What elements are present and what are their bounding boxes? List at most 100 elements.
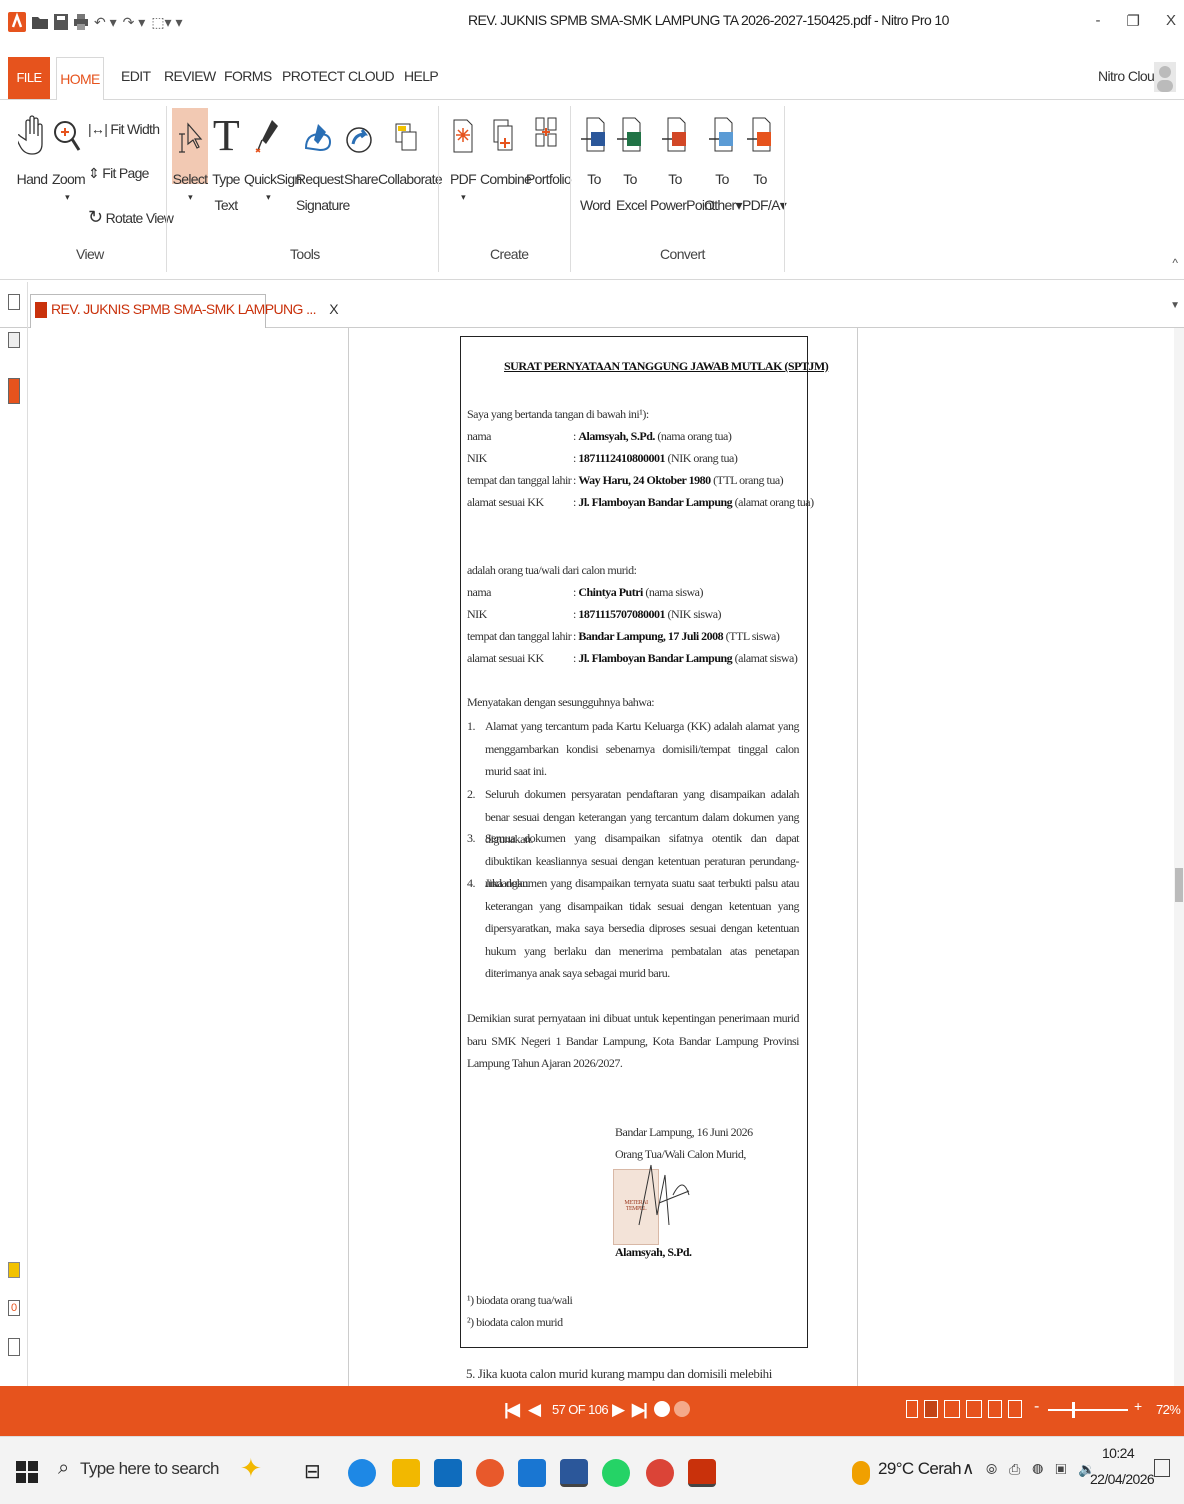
previous-page-button[interactable]: ◀ <box>528 1400 541 1420</box>
single-page-view-icon[interactable] <box>906 1400 918 1418</box>
store-icon[interactable] <box>518 1459 546 1487</box>
back-view-button[interactable] <box>654 1401 670 1417</box>
tab-forms[interactable]: FORMS <box>224 68 272 84</box>
undo-icon[interactable]: ↶ ▾ <box>94 14 117 31</box>
close-button[interactable]: X <box>1166 12 1176 30</box>
restore-button[interactable]: ❐ <box>1127 12 1140 30</box>
bookmarks-panel-icon[interactable] <box>8 378 20 404</box>
output-panel-icon[interactable] <box>8 1338 20 1356</box>
notification-icon[interactable] <box>1154 1459 1170 1477</box>
tab-cloud[interactable]: CLOUD <box>348 68 395 84</box>
pages-panel-icon[interactable] <box>8 294 20 310</box>
facing-view-icon[interactable] <box>944 1400 960 1418</box>
nitro-cloud-link[interactable]: Nitro Cloud <box>1098 68 1162 84</box>
nitro-app-icon[interactable] <box>688 1459 716 1487</box>
quicksign-button[interactable]: QuickSign ▾ <box>244 114 302 202</box>
hand-tool-button[interactable]: Hand <box>16 114 48 192</box>
open-folder-icon[interactable] <box>32 15 48 29</box>
collapse-ribbon-icon[interactable]: ^ <box>1172 256 1178 270</box>
select-tool-button[interactable]: Select ▾ <box>172 114 208 202</box>
save-icon[interactable] <box>54 14 68 30</box>
to-excel-button[interactable]: To Excel <box>616 114 647 218</box>
clock-date[interactable]: 22/04/2026 <box>1090 1471 1155 1487</box>
print-icon[interactable] <box>74 14 88 30</box>
type-text-button[interactable]: T Type Text <box>212 114 240 218</box>
to-other-button[interactable]: To Other▾ <box>704 114 743 218</box>
redo-icon[interactable]: ↷ ▾ <box>123 14 146 31</box>
search-placeholder: Type here to search <box>80 1459 219 1478</box>
zoom-slider-thumb[interactable] <box>1072 1402 1075 1418</box>
portfolio-button[interactable]: Portfolio <box>526 114 572 192</box>
zoom-dropdown-icon[interactable]: ▾ <box>52 192 82 202</box>
task-view-icon[interactable]: ⊟ <box>304 1459 321 1484</box>
forward-view-button[interactable] <box>674 1401 690 1417</box>
document-viewer[interactable]: SURAT PERNYATAAN TANGGUNG JAWAB MUTLAK (… <box>28 328 1174 1386</box>
tray-overflow-icon[interactable]: ∧ <box>962 1459 974 1479</box>
closing-paragraph: Demikian surat pernyataan ini dibuat unt… <box>467 1011 800 1070</box>
rotate-view-button[interactable]: ↻ Rotate View <box>88 204 174 231</box>
select-tool-qa-icon[interactable]: ⬚▾ ▾ <box>151 14 182 31</box>
scroll-thumb[interactable] <box>1175 868 1183 902</box>
clock-time[interactable]: 10:24 <box>1102 1445 1135 1461</box>
continuous-view-icon[interactable] <box>924 1400 938 1418</box>
fit-width-button[interactable]: |↔| Fit Width <box>88 116 160 142</box>
request-signature-button[interactable]: Request Signature <box>296 114 350 218</box>
fit-page-button[interactable]: ⇕ Fit Page <box>88 160 149 186</box>
weather-text[interactable]: 29°C Cerah <box>878 1459 962 1479</box>
word-app-icon[interactable] <box>560 1459 588 1487</box>
system-tray-icons[interactable]: ⦾ ⎙ ◍ ▣ 🔉 <box>986 1461 1100 1478</box>
tab-list-dropdown-icon[interactable]: ▼ <box>1170 300 1180 311</box>
tab-edit[interactable]: EDIT <box>121 68 151 84</box>
firefox-icon[interactable] <box>476 1459 504 1487</box>
word-icon <box>581 117 605 152</box>
pdf-dropdown-icon[interactable]: ▾ <box>450 192 476 202</box>
zoom-slider[interactable] <box>1048 1409 1128 1411</box>
mail-icon[interactable] <box>434 1459 462 1487</box>
windows-start-icon[interactable] <box>16 1461 38 1483</box>
tab-review[interactable]: REVIEW <box>164 68 216 84</box>
cover-view-icon[interactable] <box>988 1400 1002 1418</box>
edge-browser-icon[interactable] <box>348 1459 376 1487</box>
quick-access-toolbar: ↶ ▾ ↷ ▾ ⬚▾ ▾ <box>8 12 182 32</box>
nitro-logo-icon <box>8 12 26 32</box>
to-word-button[interactable]: To Word <box>580 114 611 218</box>
collaborate-button[interactable]: Collaborate <box>378 114 443 192</box>
to-pdfa-button[interactable]: To PDF/A▾ <box>742 114 787 218</box>
quicksign-dropdown-icon[interactable]: ▾ <box>244 192 292 202</box>
document-tab[interactable]: REV. JUKNIS SPMB SMA-SMK LAMPUNG ... X <box>30 294 339 328</box>
zoom-button[interactable]: Zoom ▾ <box>52 114 86 202</box>
create-pdf-button[interactable]: PDF ▾ <box>450 114 477 202</box>
combine-button[interactable]: Combine <box>480 114 532 192</box>
facing-continuous-view-icon[interactable] <box>966 1400 982 1418</box>
user-avatar-icon[interactable] <box>1154 62 1176 92</box>
comments-panel-icon[interactable] <box>8 1262 20 1278</box>
page-indicator[interactable]: 57 OF 106 <box>552 1402 609 1417</box>
zoom-in-button[interactable]: + <box>1134 1398 1142 1414</box>
whatsapp-icon[interactable] <box>602 1459 630 1487</box>
first-page-button[interactable]: |◀ <box>504 1400 520 1420</box>
zoom-out-button[interactable]: - <box>1034 1398 1039 1416</box>
file-explorer-icon[interactable] <box>392 1459 420 1487</box>
minimize-button[interactable]: - <box>1096 12 1101 30</box>
child-birth: : Bandar Lampung, 17 Juli 2008 (TTL sisw… <box>573 629 780 643</box>
vertical-scrollbar[interactable] <box>1174 328 1184 1386</box>
next-page-button[interactable]: ▶ <box>612 1400 625 1420</box>
document-tab-close-button[interactable]: X <box>329 301 338 317</box>
fullscreen-view-icon[interactable] <box>1008 1400 1022 1418</box>
child-name: : Chintya Putri (nama siswa) <box>573 585 704 599</box>
to-powerpoint-button[interactable]: To PowerPoint <box>650 114 715 218</box>
taskbar-search-box[interactable]: ⌕ Type here to search <box>44 1449 222 1493</box>
tab-protect[interactable]: PROTECT <box>282 68 345 84</box>
last-page-button[interactable]: ▶| <box>632 1400 648 1420</box>
attachments-panel-icon[interactable]: 0 <box>8 1300 20 1316</box>
chrome-icon[interactable] <box>646 1459 674 1487</box>
parent-birth: : Way Haru, 24 Oktober 1980 (TTL orang t… <box>573 473 784 487</box>
tab-help[interactable]: HELP <box>404 68 439 84</box>
tab-home[interactable]: HOME <box>56 57 104 101</box>
file-menu-button[interactable]: FILE <box>8 57 50 99</box>
select-dropdown-icon[interactable]: ▾ <box>172 192 208 202</box>
copilot-sparkle-icon[interactable]: ✦ <box>240 1453 262 1484</box>
share-button[interactable]: Share <box>344 114 379 192</box>
window-title: REV. JUKNIS SPMB SMA-SMK LAMPUNG TA 2026… <box>468 12 949 28</box>
search-panel-icon[interactable] <box>8 332 20 348</box>
